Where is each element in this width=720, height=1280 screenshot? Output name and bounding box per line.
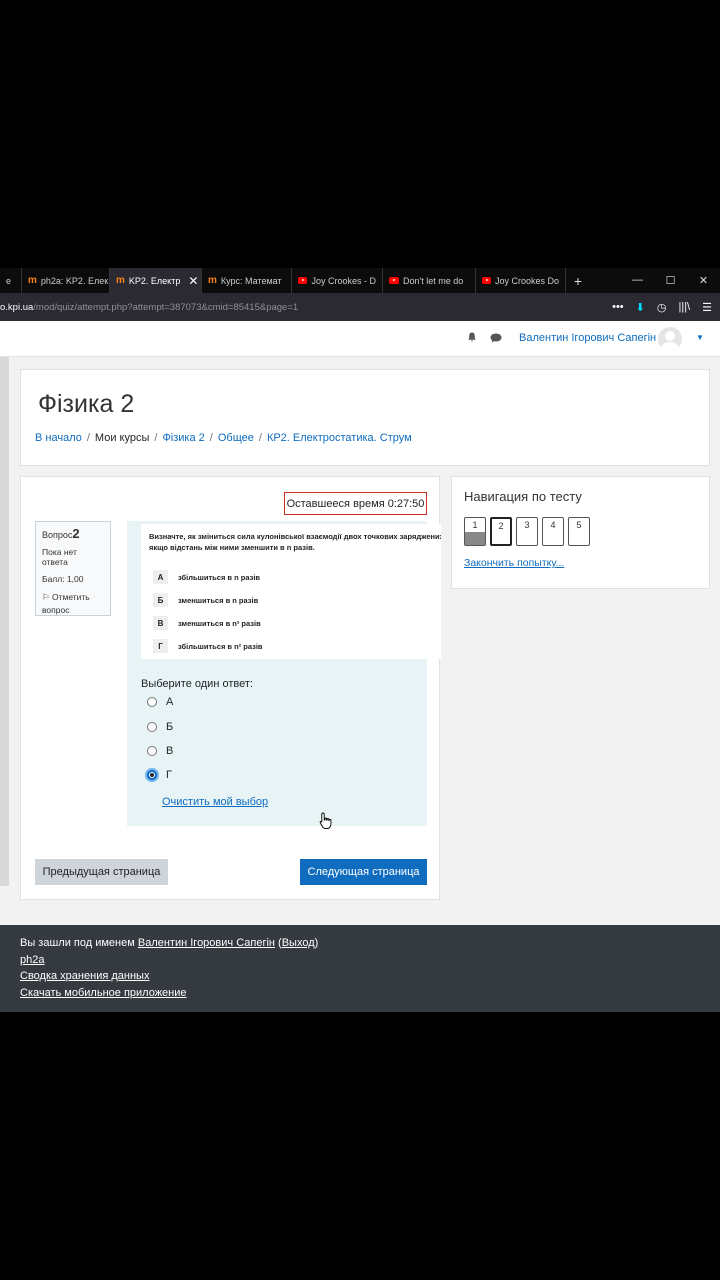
flag-question-button[interactable]: ⚐ Отметить вопрос — [42, 591, 104, 617]
answer-choice-v[interactable]: В — [147, 745, 173, 757]
youtube-icon — [298, 277, 308, 284]
question-nav-buttons: 1 2 3 4 5 — [464, 517, 590, 546]
moodle-icon: m — [208, 275, 217, 286]
page-footer: Вы зашли под именем Валентин Ігорович Са… — [0, 925, 720, 1012]
breadcrumb-course[interactable]: Фізика 2 — [162, 432, 204, 444]
question-number: Вопрос2 — [42, 526, 80, 541]
breadcrumb: В начало / Мои курсы / Фізика 2 / Общее … — [35, 432, 412, 444]
browser-tab-bar: е m ph2a: KP2. Елек m KP2. Електр ✕ m Курс: … — [0, 268, 720, 293]
option-b: Бзменшиться в n разів — [153, 593, 258, 607]
close-tab-icon[interactable]: ✕ — [188, 274, 198, 288]
clear-choice-link[interactable]: Очистить мой выбор — [162, 796, 268, 808]
quiz-attempt-card: Оставшееся время 0:27:50 Вопрос2 Пока не… — [20, 476, 441, 900]
breadcrumb-separator: / — [86, 432, 90, 444]
tab-ph2a[interactable]: m ph2a: KP2. Елек — [22, 268, 110, 293]
minimize-button[interactable]: — — [621, 274, 654, 287]
page-title: Фізика 2 — [38, 390, 135, 418]
question-nav-3[interactable]: 3 — [516, 517, 538, 546]
radio-button[interactable] — [147, 746, 157, 756]
breadcrumb-home[interactable]: В начало — [35, 432, 82, 444]
option-a: Азбільшиться в n разів — [153, 570, 260, 584]
logged-in-info: Вы зашли под именем Валентин Ігорович Са… — [20, 937, 319, 949]
question-nav-4[interactable]: 4 — [542, 517, 564, 546]
hand-cursor-icon — [319, 812, 332, 829]
browser-toolbar: ••• ⬇ ◷ |||\ ☰ — [612, 301, 720, 314]
next-page-button[interactable]: Следующая страница — [300, 859, 427, 885]
question-formulation: Визначте, як зміниться сила кулонівської… — [127, 521, 441, 829]
previous-page-button[interactable]: Предыдущая страница — [35, 859, 168, 885]
breadcrumb-my-courses: Мои курсы — [94, 432, 150, 444]
url-text[interactable]: o.kpi.ua/mod/quiz/attempt.php?attempt=38… — [0, 302, 298, 313]
chevron-down-icon[interactable]: ▼ — [696, 333, 704, 342]
tab-partial[interactable]: е — [0, 268, 22, 293]
moodle-icon: m — [28, 275, 37, 286]
footer-user-link[interactable]: Валентин Ігорович Сапегін — [138, 937, 275, 949]
finish-attempt-link[interactable]: Закончить попытку... — [464, 557, 564, 569]
moodle-icon: m — [116, 275, 125, 286]
question-text: Визначте, як зміниться сила кулонівської… — [149, 532, 441, 552]
question-status: Пока нет ответа — [42, 547, 77, 567]
chat-icon[interactable] — [490, 333, 502, 343]
quiz-navigation-block: Навигация по тесту 1 2 3 4 5 Закончить п… — [451, 476, 710, 589]
tab-youtube-1[interactable]: Joy Crookes - D — [292, 268, 383, 293]
avatar[interactable] — [658, 327, 682, 351]
quiz-timer: Оставшееся время 0:27:50 — [284, 492, 427, 515]
window-controls: — ☐ ✕ — [621, 274, 720, 287]
maximize-button[interactable]: ☐ — [654, 274, 687, 287]
flag-icon: ⚐ — [42, 592, 52, 602]
history-icon[interactable]: ◷ — [657, 301, 667, 314]
question-nav-5[interactable]: 5 — [568, 517, 590, 546]
tab-youtube-3[interactable]: Joy Crookes Do — [476, 268, 566, 293]
address-bar[interactable]: o.kpi.ua/mod/quiz/attempt.php?attempt=38… — [0, 293, 720, 321]
question-nav-2[interactable]: 2 — [490, 517, 512, 546]
answer-choice-g[interactable]: Г — [147, 769, 172, 781]
breadcrumb-quiz[interactable]: КР2. Електростатика. Струм — [267, 432, 412, 444]
close-window-button[interactable]: ✕ — [687, 274, 720, 287]
breadcrumb-section[interactable]: Общее — [218, 432, 254, 444]
page-content: Валентин Ігорович Сапегін ▼ Фізика 2 В н… — [0, 321, 720, 1012]
youtube-icon — [482, 277, 491, 284]
mobile-app-link[interactable]: Скачать мобильное приложение — [20, 987, 187, 999]
question-nav-1[interactable]: 1 — [464, 517, 486, 546]
question-image: Визначте, як зміниться сила кулонівської… — [141, 524, 441, 659]
breadcrumb-separator: / — [209, 432, 213, 444]
bell-icon[interactable] — [467, 332, 477, 342]
page-header: Фізика 2 В начало / Мои курсы / Фізика 2… — [20, 369, 710, 466]
library-icon[interactable]: |||\ — [678, 301, 690, 314]
quiz-navigation-title: Навигация по тесту — [464, 489, 582, 504]
radio-button[interactable] — [147, 697, 157, 707]
moodle-navbar: Валентин Ігорович Сапегін ▼ — [0, 321, 720, 357]
question-info: Вопрос2 Пока нет ответа Балл: 1,00 ⚐ Отм… — [35, 521, 111, 616]
user-menu-name[interactable]: Валентин Ігорович Сапегін — [519, 332, 656, 344]
radio-button[interactable] — [147, 722, 157, 732]
radio-button-checked[interactable] — [147, 770, 157, 780]
tab-math[interactable]: m Курс: Математ — [202, 268, 292, 293]
menu-icon[interactable]: ☰ — [702, 301, 712, 314]
option-g: Гзбільшиться в n² разів — [153, 639, 263, 653]
answer-choice-a[interactable]: А — [147, 696, 173, 708]
footer-course-link[interactable]: ph2a — [20, 954, 44, 966]
tab-kp2-active[interactable]: m KP2. Електр ✕ — [110, 268, 202, 293]
breadcrumb-separator: / — [154, 432, 158, 444]
download-icon[interactable]: ⬇ — [636, 301, 645, 314]
question-score: Балл: 1,00 — [42, 574, 84, 584]
page-actions-icon[interactable]: ••• — [612, 301, 624, 314]
option-v: Взменшиться в n² разів — [153, 616, 261, 630]
logout-link[interactable]: Выход — [282, 937, 315, 949]
drawer-edge[interactable] — [0, 357, 9, 886]
data-retention-link[interactable]: Сводка хранения данных — [20, 970, 149, 982]
tab-youtube-2[interactable]: Don't let me do — [383, 268, 476, 293]
new-tab-button[interactable]: + — [566, 273, 590, 289]
youtube-icon — [389, 277, 399, 284]
breadcrumb-separator: / — [258, 432, 262, 444]
answer-choice-b[interactable]: Б — [147, 721, 173, 733]
answer-prompt: Выберите один ответ: — [141, 678, 253, 690]
